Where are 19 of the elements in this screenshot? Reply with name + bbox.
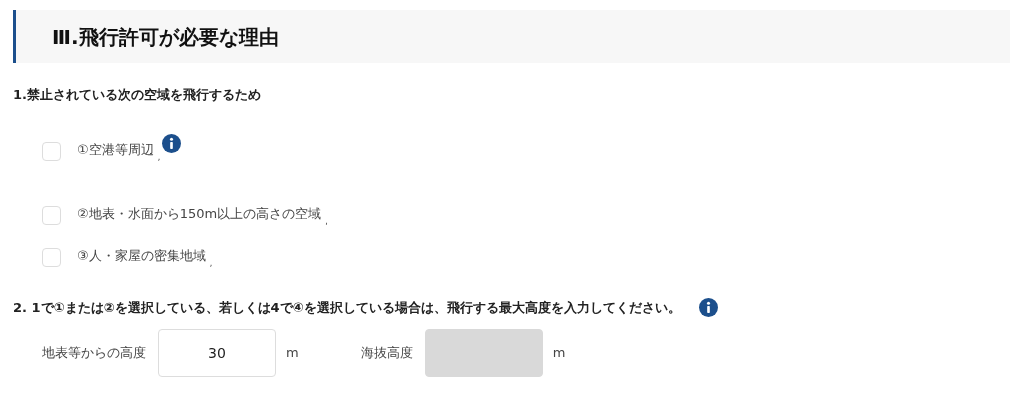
info-icon[interactable]	[162, 133, 182, 153]
option-mark: ,	[325, 215, 328, 228]
field-label: 地表等からの高度	[42, 344, 146, 363]
question-label: 2. 1で①または②を選択している、若しくは4で④を選択している場合は、飛行する最大高度を入力してください。	[13, 298, 681, 317]
option-label: ③人・家屋の密集地域	[77, 246, 206, 265]
checkbox[interactable]	[42, 205, 61, 225]
question-label: 1.禁止されている次の空域を飛行するため	[13, 86, 262, 104]
info-icon[interactable]	[698, 297, 718, 317]
unit-label: m	[552, 344, 566, 363]
option-mark: ,	[157, 151, 161, 164]
section-title: Ⅲ.飛行許可が必要な理由	[52, 24, 279, 49]
unit-label: m	[286, 344, 299, 363]
option-label: ①空港等周辺	[77, 140, 154, 159]
option-mark: ,	[209, 257, 213, 270]
checkbox[interactable]	[42, 141, 61, 161]
field-label: 海抜高度	[360, 344, 413, 363]
checkbox[interactable]	[42, 247, 61, 267]
input-field[interactable]: 30	[158, 329, 276, 377]
option-label: ②地表・水面から150m以上の高さの空域	[77, 204, 322, 223]
